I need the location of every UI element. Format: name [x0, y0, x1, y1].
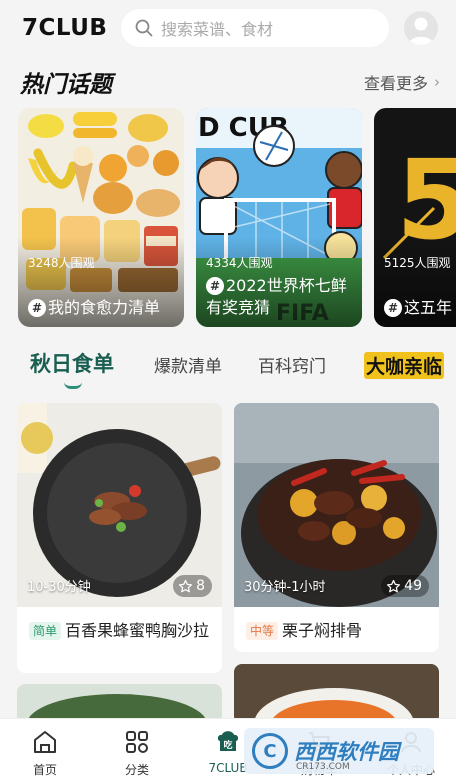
favorite-count[interactable]: 8 — [173, 575, 212, 597]
recipe-photo: 10-30分钟 8 — [17, 403, 222, 607]
home-icon — [34, 731, 56, 753]
category-grid-icon — [126, 731, 148, 753]
top-bar: 7CLUB 搜索菜谱、食材 — [0, 0, 456, 56]
star-icon — [387, 579, 401, 592]
hot-topics-header: 热门话题 查看更多 › — [20, 62, 440, 102]
recipe-image-partial — [234, 664, 439, 724]
watermark-subtext: CR173.COM — [296, 762, 350, 772]
see-more-label: 查看更多 — [363, 74, 428, 93]
category-tabs: 秋日食单 爆款清单 百科窍门 大咖亲临 — [0, 344, 456, 392]
topic-views: 4334人围观 — [206, 256, 273, 270]
recipe-card[interactable]: 10-30分钟 8 简单 百香果蜂蜜鸭胸沙拉 — [17, 403, 222, 673]
hashtag-icon: # — [206, 277, 224, 295]
tab-celebrity-label: 大咖亲临 — [364, 352, 445, 379]
chef-hat-icon: 吃 — [217, 731, 239, 751]
favorite-count[interactable]: 49 — [381, 575, 429, 597]
app-screen: 7CLUB 搜索菜谱、食材 热门话题 查看更多 › 3248人围观 # 我的食愈… — [0, 0, 456, 780]
topic-title: # 这五年 — [384, 297, 456, 319]
topic-card[interactable]: D CUB FIFA 4334人围观 #2022世界杯七鲜有奖竞猜 — [196, 108, 362, 327]
difficulty-badge: 简单 — [29, 622, 62, 640]
recipe-name: 栗子焖排骨 — [282, 621, 363, 640]
recipe-card-partial[interactable] — [234, 664, 439, 724]
recipe-duration: 10-30分钟 — [27, 580, 91, 595]
bottom-navigation: 首页 分类 吃 7CLUB 购物车 个人中心 C 西西软件园 CR173.COM — [0, 718, 456, 780]
svg-text:吃: 吃 — [223, 739, 232, 751]
search-icon — [135, 19, 153, 37]
topic-title: #2022世界杯七鲜有奖竞猜 — [206, 276, 347, 317]
hashtag-icon: # — [384, 299, 402, 317]
tab-tips[interactable]: 百科窍门 — [258, 352, 326, 377]
recipe-info: 简单 百香果蜂蜜鸭胸沙拉 — [17, 607, 222, 652]
nav-home[interactable]: 首页 — [10, 729, 80, 778]
tab-autumn-menu[interactable]: 秋日食单 — [30, 348, 114, 378]
difficulty-badge: 中等 — [246, 622, 279, 640]
hashtag-icon: # — [28, 299, 46, 317]
topic-views: 5125人围观 — [384, 256, 451, 270]
topic-card[interactable]: 5 5125人围观 # 这五年 — [374, 108, 456, 327]
recipe-duration: 30分钟-1小时 — [244, 580, 326, 595]
app-logo: 7CLUB — [22, 15, 108, 41]
topic-title: # 我的食愈力清单 — [28, 297, 176, 319]
recipe-info: 中等 栗子焖排骨 — [234, 607, 439, 652]
chevron-right-icon: › — [434, 73, 440, 91]
nav-category[interactable]: 分类 — [102, 729, 172, 778]
topic-card[interactable]: 3248人围观 # 我的食愈力清单 — [18, 108, 184, 327]
star-icon — [179, 579, 193, 592]
search-placeholder: 搜索菜谱、食材 — [161, 20, 274, 39]
search-input[interactable]: 搜索菜谱、食材 — [121, 9, 389, 47]
watermark-logo-icon: C — [252, 733, 288, 769]
tab-celebrity[interactable]: 大咖亲临 — [364, 352, 445, 379]
recipe-card[interactable]: 30分钟-1小时 49 中等 栗子焖排骨 — [234, 403, 439, 652]
recipe-name: 百香果蜂蜜鸭胸沙拉 — [65, 621, 210, 640]
topic-views: 3248人围观 — [28, 256, 95, 270]
tab-hot-list[interactable]: 爆款清单 — [154, 352, 222, 377]
avatar[interactable] — [404, 11, 438, 45]
user-avatar-icon — [408, 17, 434, 45]
hot-topics-carousel[interactable]: 3248人围观 #我的食愈力清单 D CUB FIFA — [18, 108, 456, 328]
see-more-link[interactable]: 查看更多 › — [364, 70, 440, 94]
recipe-photo: 30分钟-1小时 49 — [234, 403, 439, 607]
watermark-overlay: C 西西软件园 CR173.COM — [244, 728, 434, 774]
hot-topics-title: 热门话题 — [20, 72, 112, 98]
active-tab-indicator — [64, 382, 82, 389]
